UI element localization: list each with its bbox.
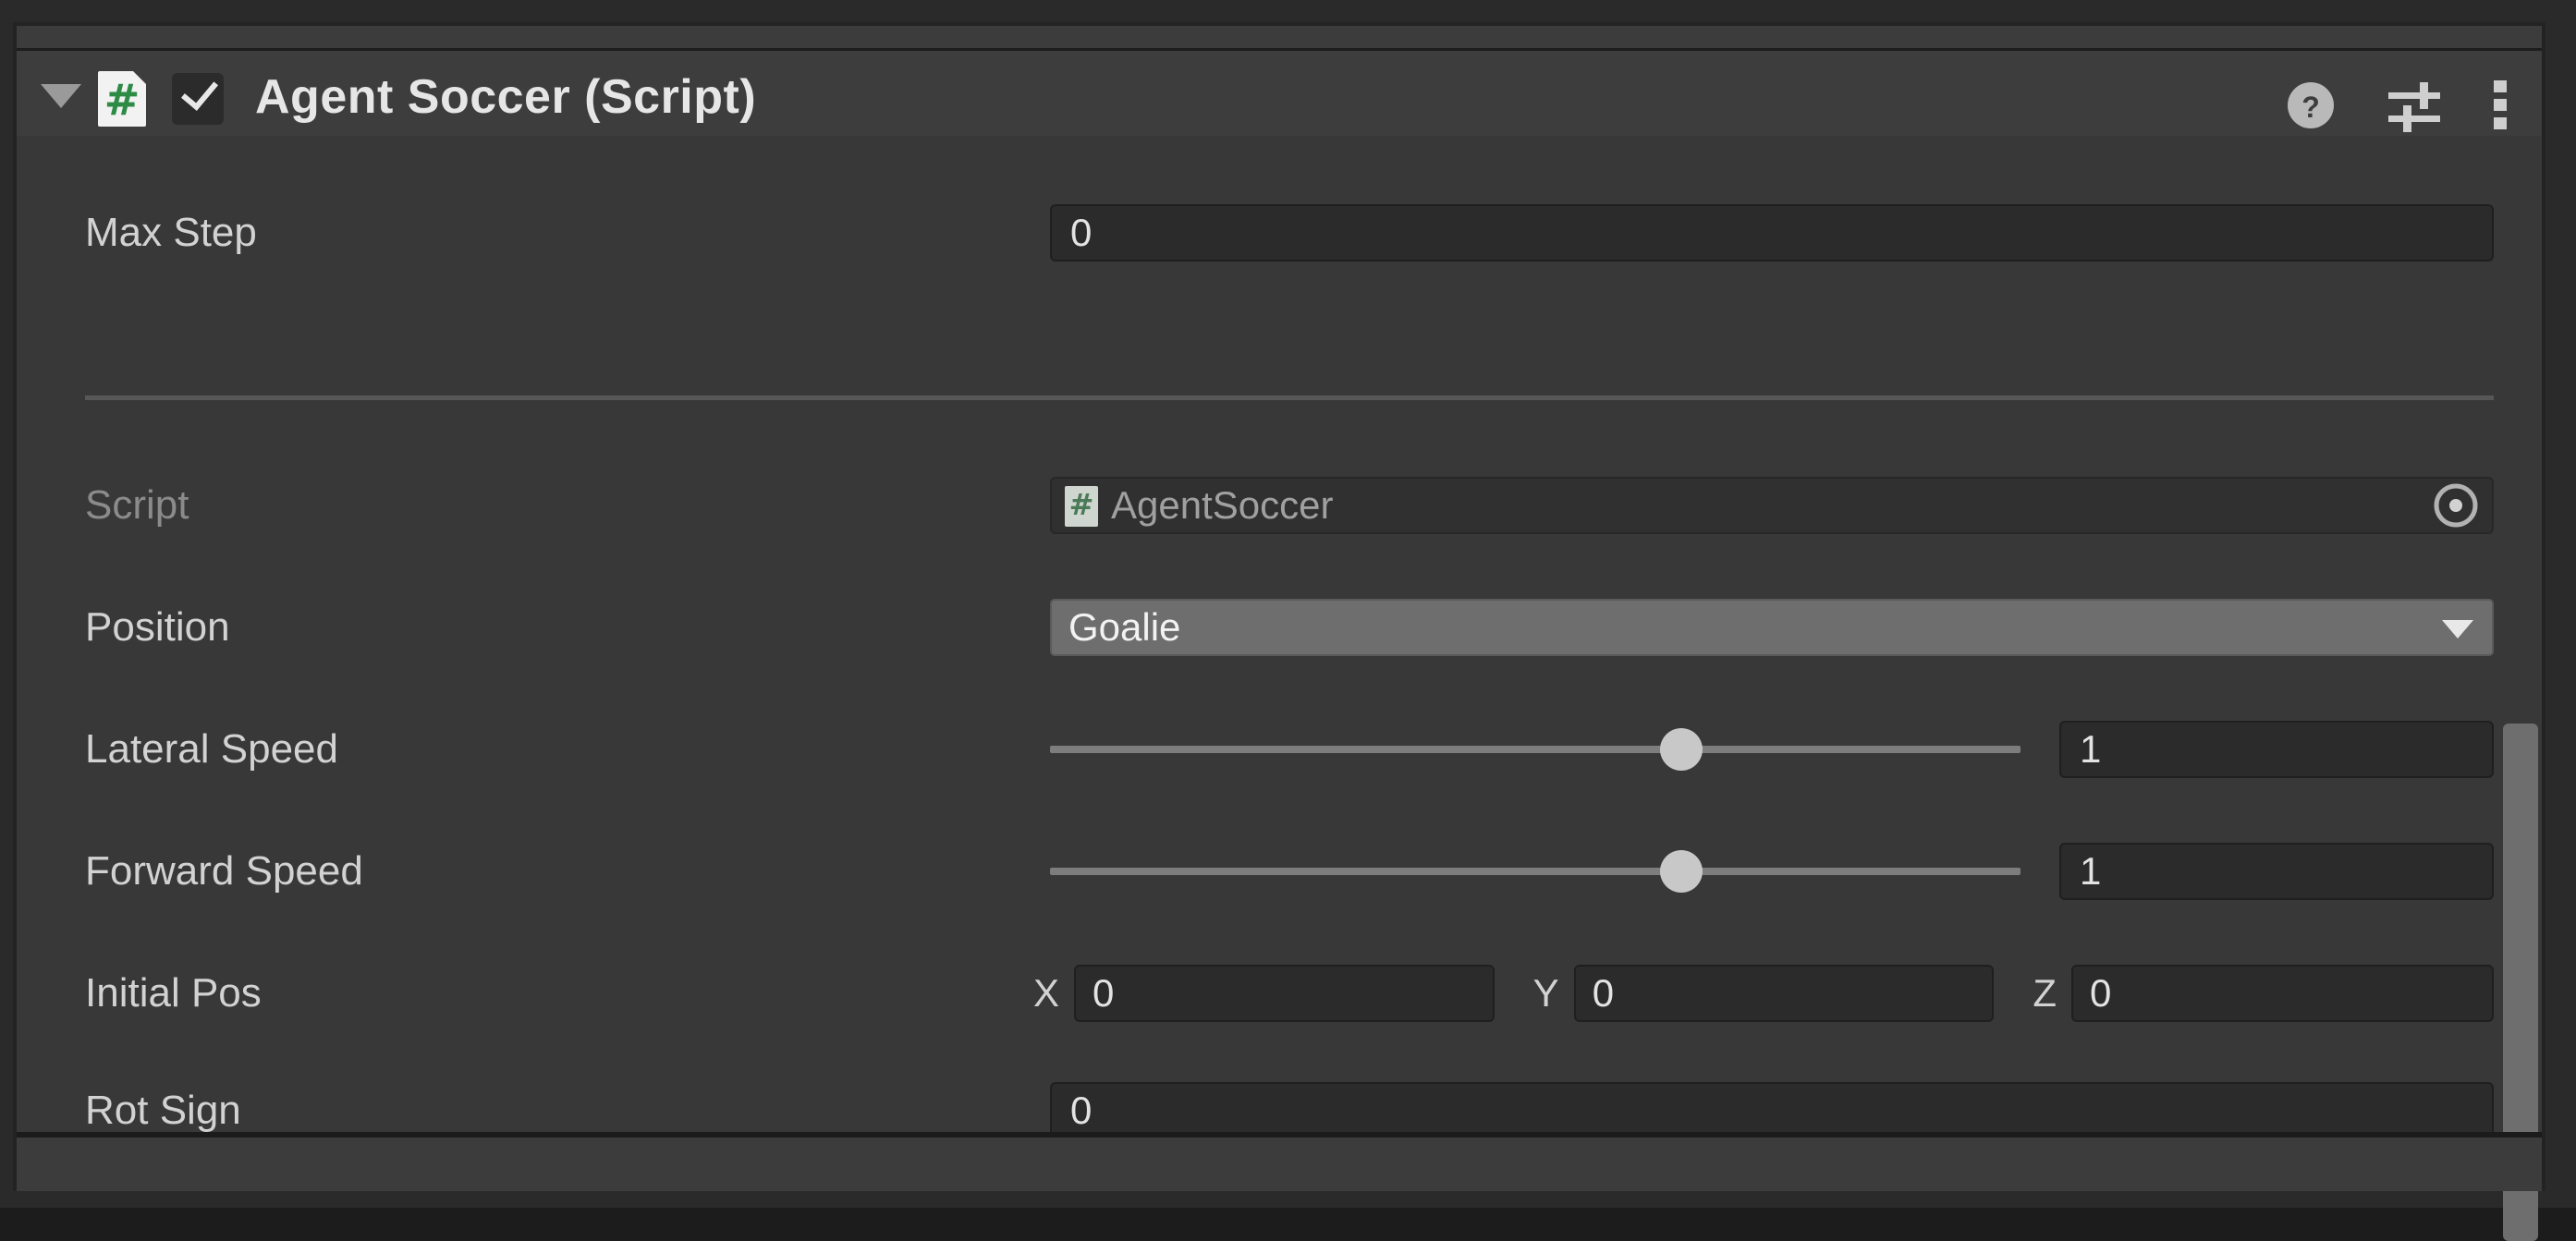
more-menu-icon[interactable] <box>2492 79 2509 132</box>
lateral-speed-handle[interactable] <box>1659 728 1703 771</box>
help-icon[interactable]: ? <box>2285 79 2337 131</box>
header-icon-group: ? <box>2285 79 2509 132</box>
label-forward-speed: Forward Speed <box>85 848 363 894</box>
initial-pos-z-value: 0 <box>2090 971 2112 1015</box>
initial-pos-z-input[interactable]: 0 <box>2071 965 2495 1022</box>
initial-pos-z: Z 0 <box>2033 965 2495 1022</box>
script-object-name: AgentSoccer <box>1111 483 1334 527</box>
row-script: Script # AgentSoccer <box>17 473 2542 538</box>
label-max-step: Max Step <box>85 210 257 255</box>
hash-glyph: # <box>104 75 140 125</box>
lateral-speed-track[interactable] <box>1050 746 2021 753</box>
axis-label-z: Z <box>2033 971 2057 1015</box>
max-step-input[interactable]: 0 <box>1050 204 2494 262</box>
field-script[interactable]: # AgentSoccer <box>1050 477 2494 534</box>
forward-speed-slider[interactable] <box>1050 843 2021 900</box>
lateral-speed-input[interactable]: 1 <box>2059 721 2494 778</box>
component-enabled-checkbox[interactable] <box>172 72 224 125</box>
csharp-script-icon: # <box>98 71 146 127</box>
row-max-step: Max Step 0 <box>17 201 2542 265</box>
inspector-panel: # Agent Soccer (Script) ? Max Step 0 Scr… <box>13 22 2545 1241</box>
properties-body: Max Step 0 Script # AgentSoccer Position… <box>17 136 2542 1241</box>
svg-text:?: ? <box>2301 91 2320 124</box>
initial-pos-x: X 0 <box>1033 965 1495 1022</box>
row-initial-pos: Initial Pos X 0 Y 0 Z 0 <box>17 961 2542 1026</box>
label-script: Script <box>85 482 189 528</box>
axis-label-x: X <box>1033 971 1060 1015</box>
label-rot-sign: Rot Sign <box>85 1088 241 1133</box>
component-header[interactable]: # Agent Soccer (Script) ? <box>17 51 2542 136</box>
position-dropdown-value: Goalie <box>1068 605 1181 649</box>
vertical-scrollbar[interactable] <box>2499 136 2542 1241</box>
rot-sign-value: 0 <box>1070 1089 1093 1132</box>
row-position: Position Goalie <box>17 595 2542 660</box>
row-lateral-speed: Lateral Speed 1 <box>17 717 2542 782</box>
panel-bottom-strip <box>17 1132 2542 1191</box>
object-picker-icon[interactable] <box>2431 481 2481 530</box>
lateral-speed-value: 1 <box>2080 727 2102 771</box>
forward-speed-track[interactable] <box>1050 868 2021 875</box>
position-dropdown[interactable]: Goalie <box>1050 599 2494 656</box>
forward-speed-handle[interactable] <box>1659 850 1703 893</box>
chevron-down-icon <box>2442 620 2473 639</box>
initial-pos-x-value: 0 <box>1093 971 1115 1015</box>
panel-top-strip <box>17 26 2542 51</box>
field-forward-speed: 1 <box>1050 843 2494 900</box>
label-initial-pos: Initial Pos <box>85 970 262 1016</box>
field-rot-sign[interactable]: 0 <box>1050 1082 2494 1139</box>
initial-pos-y-input[interactable]: 0 <box>1573 965 1995 1022</box>
field-lateral-speed: 1 <box>1050 721 2494 778</box>
initial-pos-x-input[interactable]: 0 <box>1074 965 1495 1022</box>
max-step-value: 0 <box>1070 211 1093 254</box>
forward-speed-value: 1 <box>2080 849 2102 893</box>
axis-label-y: Y <box>1532 971 1559 1015</box>
lateral-speed-slider[interactable] <box>1050 721 2021 778</box>
component-title: Agent Soccer (Script) <box>255 70 757 124</box>
rot-sign-input[interactable]: 0 <box>1050 1082 2494 1139</box>
initial-pos-vector3: X 0 Y 0 Z 0 <box>1033 965 2495 1022</box>
field-position[interactable]: Goalie <box>1050 599 2494 656</box>
foldout-arrow-icon[interactable] <box>41 84 81 108</box>
initial-pos-y-value: 0 <box>1592 971 1615 1015</box>
label-position: Position <box>85 604 230 650</box>
label-lateral-speed: Lateral Speed <box>85 726 338 772</box>
script-object-field[interactable]: # AgentSoccer <box>1050 477 2494 534</box>
checkmark-icon <box>181 72 218 111</box>
row-forward-speed: Forward Speed 1 <box>17 839 2542 904</box>
section-divider <box>85 395 2494 400</box>
field-max-step[interactable]: 0 <box>1050 204 2494 262</box>
preset-icon[interactable] <box>2387 79 2442 132</box>
script-mini-icon: # <box>1065 486 1098 527</box>
initial-pos-y: Y 0 <box>1533 965 1995 1022</box>
script-mini-hash: # <box>1068 487 1094 522</box>
inspector-screenshot: # Agent Soccer (Script) ? Max Step 0 Scr… <box>0 0 2576 1241</box>
forward-speed-input[interactable]: 1 <box>2059 843 2494 900</box>
